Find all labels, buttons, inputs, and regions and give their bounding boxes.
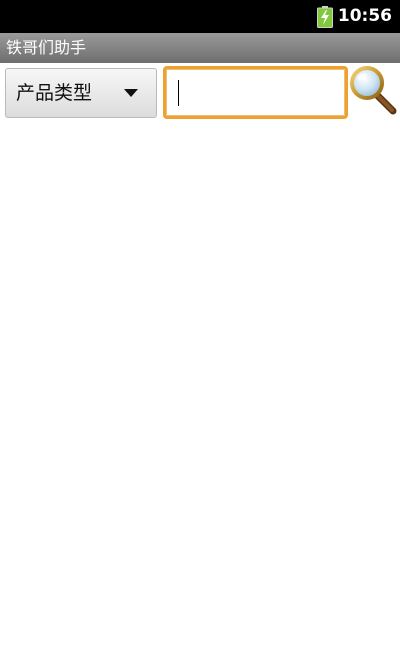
search-field[interactable]: [163, 66, 348, 119]
search-input[interactable]: [166, 69, 345, 116]
title-bar: 铁哥们助手: [0, 33, 400, 63]
status-clock: 10:56: [337, 6, 392, 26]
battery-charging-icon: [317, 6, 333, 28]
product-type-label: 产品类型: [16, 82, 93, 104]
chevron-down-icon: [124, 89, 138, 97]
magnifier-icon[interactable]: [349, 65, 397, 115]
status-bar: 10:56: [0, 0, 400, 33]
product-type-dropdown[interactable]: 产品类型: [5, 68, 157, 118]
app-screen: 10:56 铁哥们助手 产品类型: [0, 0, 400, 667]
text-cursor: [178, 80, 179, 106]
app-title: 铁哥们助手: [6, 38, 87, 57]
